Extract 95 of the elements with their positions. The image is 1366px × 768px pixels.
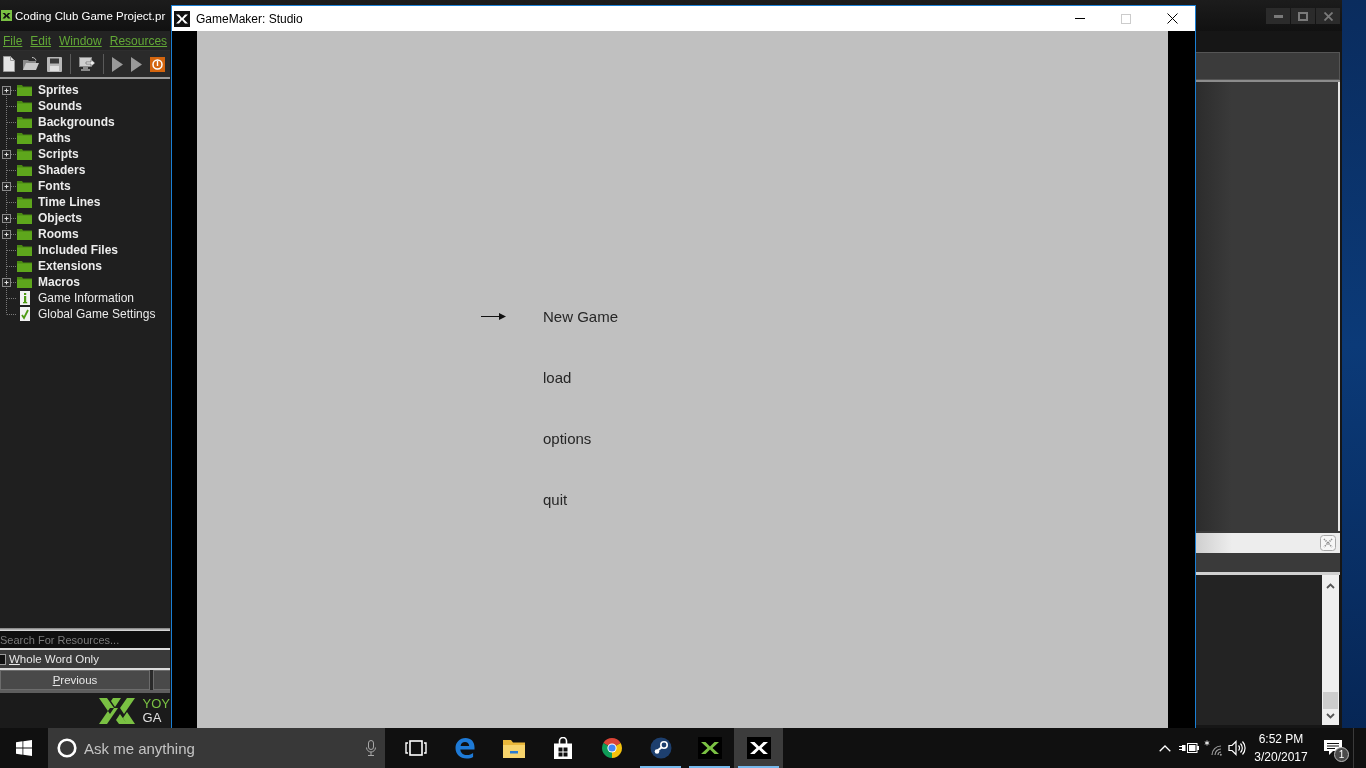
app-logo-icon <box>697 737 722 759</box>
folder-icon <box>17 116 32 128</box>
tree-item[interactable]: Scripts <box>38 147 79 161</box>
new-file-icon[interactable] <box>3 56 15 72</box>
menu-option[interactable]: New Game <box>543 307 619 325</box>
power-icon[interactable] <box>150 56 165 72</box>
tree-item[interactable]: Sprites <box>38 83 79 97</box>
microphone-icon[interactable] <box>366 740 376 756</box>
search-field[interactable]: Search For Resources... <box>0 631 170 648</box>
close-button[interactable] <box>1316 8 1340 24</box>
window-title: GameMaker: Studio <box>196 11 303 26</box>
scroll-thumb[interactable] <box>1323 692 1338 709</box>
shopping-bag-icon <box>552 737 573 759</box>
clock-time: 6:52 PM <box>1258 731 1304 748</box>
folder-icon <box>17 260 32 272</box>
tree-item[interactable]: Objects <box>38 211 82 225</box>
tree-item[interactable]: Extensions <box>38 259 103 273</box>
chevron-down-icon[interactable] <box>1326 713 1335 719</box>
tree-item[interactable]: Time Lines <box>38 195 101 209</box>
menu-item[interactable]: File <box>3 33 23 48</box>
folder-icon <box>17 244 32 256</box>
search-input[interactable]: Ask me anything <box>84 739 324 757</box>
tree-item[interactable]: Game Information <box>38 291 135 305</box>
menu-option[interactable]: quit <box>543 490 568 508</box>
minimize-icon <box>1273 14 1283 18</box>
menu-option[interactable]: load <box>543 368 572 386</box>
checkbox[interactable] <box>0 653 6 665</box>
tree-item[interactable]: Shaders <box>38 163 86 177</box>
folder-icon <box>17 228 32 240</box>
close-icon <box>1323 11 1333 21</box>
tree-item[interactable]: Paths <box>38 131 71 145</box>
menu-item[interactable]: Window <box>59 33 102 48</box>
taskbar-button[interactable] <box>734 728 783 768</box>
window-title: Coding Club Game Project.pr <box>15 9 166 22</box>
folder-icon <box>502 738 525 758</box>
scrollbar[interactable] <box>1322 575 1339 725</box>
notification-badge: 1 <box>1334 747 1349 762</box>
chevron-up-icon <box>1159 744 1171 752</box>
maximize-button[interactable] <box>1291 8 1315 24</box>
folder-icon <box>17 164 32 176</box>
tree-item[interactable]: Rooms <box>38 227 79 241</box>
tree-item[interactable]: Included Files <box>38 243 118 257</box>
maximize-icon <box>1298 11 1308 21</box>
tree-item[interactable]: Backgrounds <box>38 115 115 129</box>
open-folder-icon[interactable] <box>23 57 39 71</box>
menu-item[interactable]: Resources <box>109 33 168 48</box>
folder-icon <box>17 212 32 224</box>
task-view-icon <box>404 740 427 756</box>
check-page-icon <box>20 307 30 321</box>
folder-icon <box>17 100 32 112</box>
app-logo-icon <box>1 10 12 21</box>
checkbox-label: Whole Word Only <box>9 653 99 665</box>
folder-icon <box>17 132 32 144</box>
chevron-up-icon[interactable] <box>1326 583 1335 589</box>
tree-item[interactable]: Sounds <box>38 99 82 113</box>
ring-icon <box>57 738 77 758</box>
ring-logo-icon <box>600 737 623 759</box>
expand-icon[interactable] <box>2 86 11 95</box>
logo-text: YOY <box>142 696 170 711</box>
folder-icon <box>17 180 32 192</box>
menu-item[interactable]: Edit <box>30 33 52 48</box>
e-logo-icon <box>453 737 476 759</box>
previous-button[interactable]: Previous <box>0 670 150 690</box>
expand-icon[interactable] <box>2 214 11 223</box>
menu-option[interactable]: options <box>543 429 592 447</box>
save-icon[interactable] <box>47 56 62 72</box>
expand-icon[interactable] <box>2 278 11 287</box>
close-icon <box>1166 13 1178 24</box>
info-icon <box>20 291 30 305</box>
clock[interactable]: 6:52 PM 3/20/2017 <box>1249 730 1313 766</box>
expand-icon[interactable] <box>2 230 11 239</box>
expand-icon[interactable] <box>2 182 11 191</box>
app-logo-icon <box>746 737 771 759</box>
folder-icon <box>17 276 32 288</box>
tree-item[interactable]: Fonts <box>38 179 71 193</box>
folder-icon <box>17 84 32 96</box>
plug-battery-icon <box>1179 742 1199 754</box>
piston-logo-icon <box>649 737 672 759</box>
folder-icon <box>17 196 32 208</box>
minimize-icon <box>1075 18 1085 19</box>
clock-date: 3/20/2017 <box>1254 749 1308 766</box>
wifi-icon <box>1204 740 1222 756</box>
folder-icon <box>17 148 32 160</box>
logo-text: GA <box>142 710 163 725</box>
search-box[interactable]: Ask me anything <box>48 728 385 768</box>
minimize-button[interactable] <box>1266 8 1290 24</box>
tree-item[interactable]: Global Game Settings <box>38 307 156 321</box>
export-icon[interactable] <box>79 56 95 72</box>
play-icon[interactable] <box>112 56 123 72</box>
play-icon[interactable] <box>131 56 142 72</box>
close-icon[interactable] <box>1320 535 1336 551</box>
speaker-icon <box>1228 740 1246 756</box>
expand-icon[interactable] <box>2 150 11 159</box>
tree-item[interactable]: Macros <box>38 275 81 289</box>
start-logo-icon <box>16 740 32 756</box>
